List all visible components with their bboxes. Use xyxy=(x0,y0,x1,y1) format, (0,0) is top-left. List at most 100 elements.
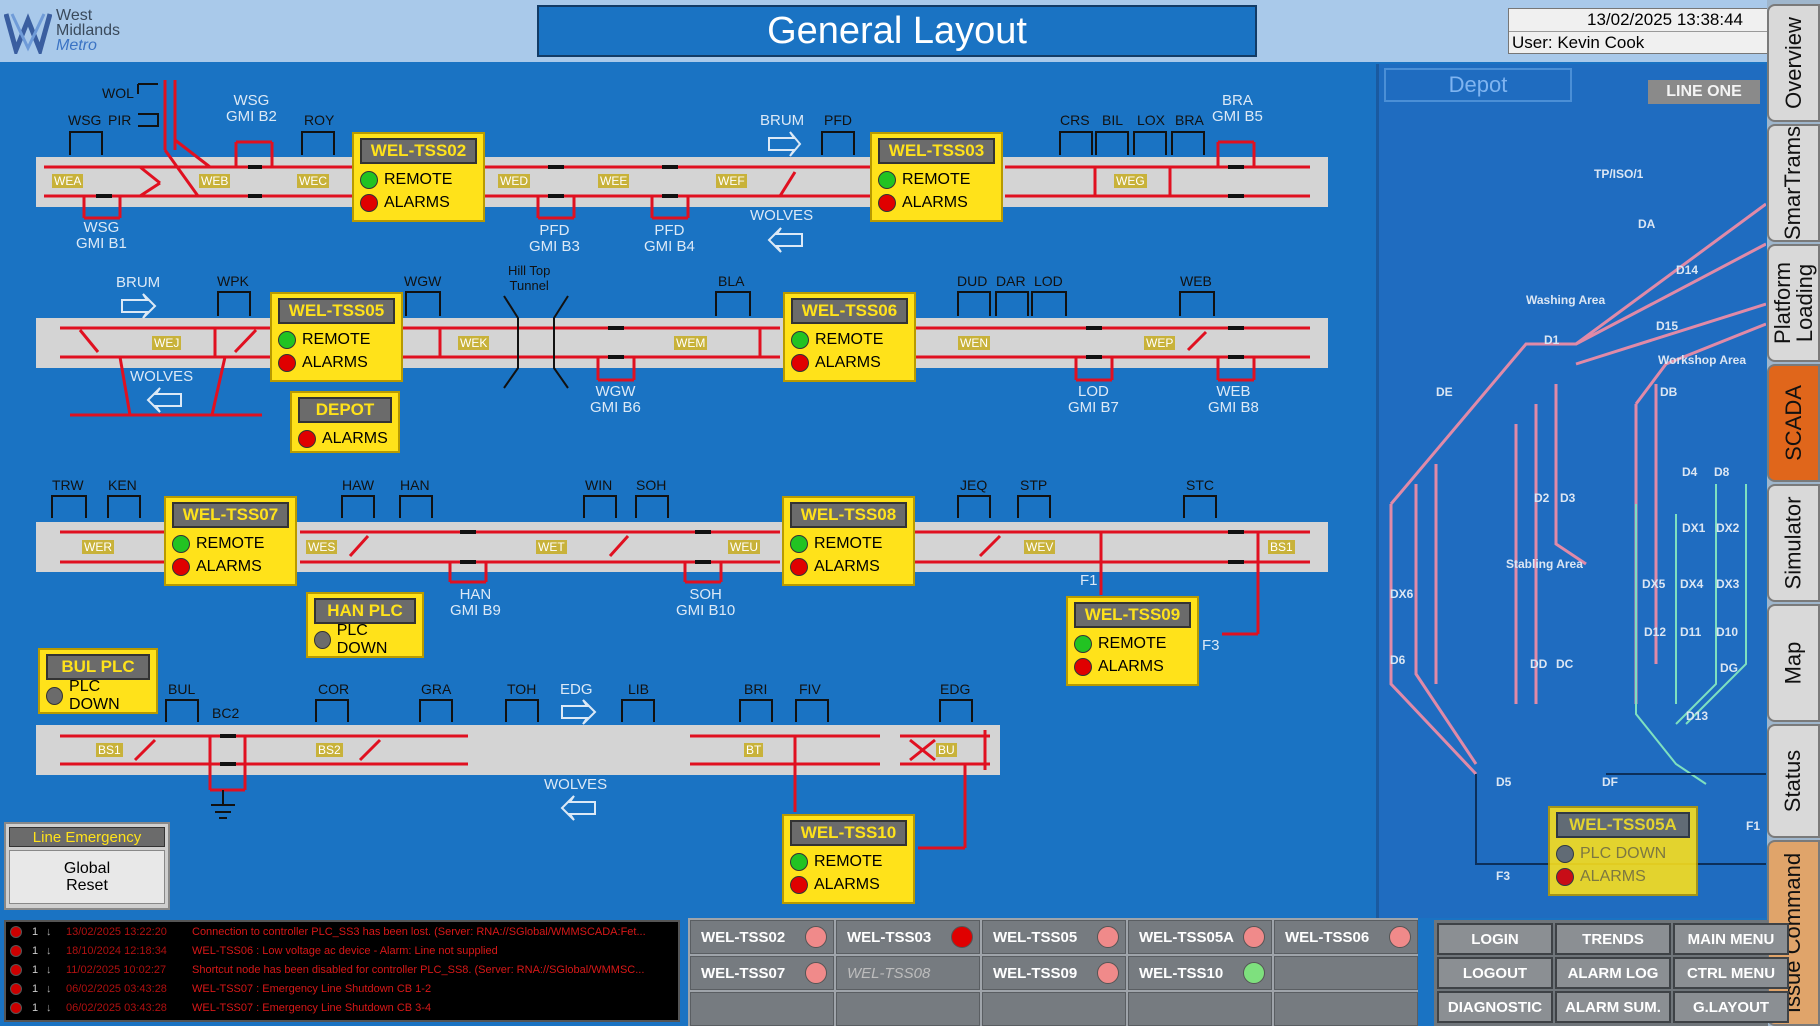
stop-label-pfd: PFD xyxy=(824,112,852,128)
track-tag-bu: BU xyxy=(936,743,957,757)
tab-status[interactable]: Status xyxy=(1767,724,1820,838)
plc-status-icon xyxy=(314,630,331,649)
alarm-status-icon xyxy=(298,429,316,448)
depot-title: Depot xyxy=(1384,68,1572,102)
alarm-dot-icon xyxy=(10,982,22,995)
tab-simulator[interactable]: Simulator xyxy=(1767,484,1820,602)
arrow-down-icon: ↓ xyxy=(46,944,52,957)
stop-label-haw: HAW xyxy=(342,477,375,493)
side-tab-bar: Overview SmarTrams Platform Loading SCAD… xyxy=(1767,0,1820,1026)
track-tag-wer: WER xyxy=(82,540,114,554)
tss05-panel[interactable]: WEL-TSS05 REMOTE ALARMS xyxy=(270,292,403,382)
status-tss10[interactable]: WEL-TSS10 xyxy=(1128,956,1272,990)
tss06-panel[interactable]: WEL-TSS06 REMOTE ALARMS xyxy=(783,292,916,382)
status-indicator-icon xyxy=(1097,962,1119,984)
gmi-b5-label: BRA GMI B5 xyxy=(1212,92,1263,125)
alarm-log-button[interactable]: ALARM LOG xyxy=(1555,957,1671,989)
alarm-log[interactable]: 1 ↓ 13/02/2025 13:22:20 Connection to contr… xyxy=(4,920,680,1022)
status-tss05a[interactable]: WEL-TSS05A xyxy=(1128,920,1272,954)
tss09-panel[interactable]: WEL-TSS09 REMOTE ALARMS xyxy=(1066,596,1199,686)
bul-plc-panel[interactable]: BUL PLC PLC DOWN xyxy=(38,648,158,714)
status-tss07[interactable]: WEL-TSS07 xyxy=(690,956,834,990)
stop-label-soh: SOH xyxy=(636,477,667,493)
stop-label-toh: TOH xyxy=(507,681,537,697)
svg-text:D15: D15 xyxy=(1656,319,1678,333)
status-indicator-icon xyxy=(805,926,827,948)
main-menu-button[interactable]: MAIN MENU xyxy=(1673,923,1789,955)
remote-status-icon xyxy=(878,170,896,189)
tab-smartrams[interactable]: SmarTrams xyxy=(1767,124,1820,242)
stop-label-dar: DAR xyxy=(996,273,1026,289)
status-tss09[interactable]: WEL-TSS09 xyxy=(982,956,1126,990)
track-tag-wea: WEA xyxy=(52,174,84,188)
arrow-down-icon: ↓ xyxy=(46,982,52,995)
track-tag-wej: WEJ xyxy=(152,336,182,350)
line-one-label: LINE ONE xyxy=(1648,80,1760,104)
tss05a-panel[interactable]: WEL-TSS05A PLC DOWN ALARMS xyxy=(1548,806,1698,896)
hill-top-tunnel-label: Hill Top Tunnel xyxy=(508,263,551,293)
gmi-b2-label: WSG GMI B2 xyxy=(226,92,277,125)
status-tss02[interactable]: WEL-TSS02 xyxy=(690,920,834,954)
depot-panel[interactable]: DEPOT ALARMS xyxy=(290,391,400,453)
track-tag-web: WEB xyxy=(199,174,231,188)
svg-text:DE: DE xyxy=(1436,385,1453,399)
status-indicator-icon xyxy=(1243,926,1265,948)
stop-label-crs: CRS xyxy=(1060,112,1090,128)
direction-label-wolves-2: WOLVES xyxy=(130,368,194,385)
svg-text:D2: D2 xyxy=(1534,491,1550,505)
status-tss06[interactable]: WEL-TSS06 xyxy=(1274,920,1418,954)
status-empty xyxy=(1128,992,1272,1026)
stop-label-dud: DUD xyxy=(957,273,988,289)
alarm-row[interactable]: 1 ↓ 06/02/2025 03:43:28 WEL-TSS07 : Emergen… xyxy=(6,979,678,998)
tss02-panel[interactable]: WEL-TSS02 REMOTE ALARMS xyxy=(352,132,485,222)
status-empty xyxy=(1274,956,1418,990)
gmi-b7-label: LOD GMI B7 xyxy=(1068,383,1119,416)
tss03-panel[interactable]: WEL-TSS03 REMOTE ALARMS xyxy=(870,132,1003,222)
tss08-panel[interactable]: WEL-TSS08 REMOTE ALARMS xyxy=(782,496,915,586)
svg-text:D13: D13 xyxy=(1686,709,1708,723)
status-tss08[interactable]: WEL-TSS08 xyxy=(836,956,980,990)
track-diagram xyxy=(44,80,1310,850)
tab-platform-loading[interactable]: Platform Loading xyxy=(1767,244,1820,362)
line-emergency-panel: Line Emergency Global Reset xyxy=(4,822,170,910)
status-tss05[interactable]: WEL-TSS05 xyxy=(982,920,1126,954)
status-empty xyxy=(1274,992,1418,1026)
current-user: User: Kevin Cook xyxy=(1512,33,1645,52)
alarm-summary-button[interactable]: ALARM SUM. xyxy=(1555,991,1671,1023)
alarm-status-icon xyxy=(172,557,190,576)
alarm-row[interactable]: 1 ↓ 06/02/2025 03:43:28 WEL-TSS07 : Emergen… xyxy=(6,998,678,1017)
substation-status-grid: WEL-TSS02 WEL-TSS03 WEL-TSS05 WEL-TSS05A… xyxy=(688,918,1418,1026)
svg-text:DX3: DX3 xyxy=(1716,577,1740,591)
track-tag-wed: WED xyxy=(498,174,530,188)
alarm-dot-icon xyxy=(10,1001,22,1014)
tss07-panel[interactable]: WEL-TSS07 REMOTE ALARMS xyxy=(164,496,297,586)
svg-text:DG: DG xyxy=(1720,661,1738,675)
junction-label-bc2: BC2 xyxy=(212,705,240,721)
han-plc-panel[interactable]: HAN PLC PLC DOWN xyxy=(306,592,424,658)
tss10-panel[interactable]: WEL-TSS10 REMOTE ALARMS xyxy=(782,814,915,904)
alarm-row[interactable]: 1 ↓ 11/02/2025 10:02:27 Shortcut node has b… xyxy=(6,960,678,979)
alarm-row[interactable]: 1 ↓ 18/10/2024 12:18:34 WEL-TSS06 : Low vol… xyxy=(6,941,678,960)
ctrl-menu-button[interactable]: CTRL MENU xyxy=(1673,957,1789,989)
svg-text:D11: D11 xyxy=(1680,625,1702,639)
status-tss03[interactable]: WEL-TSS03 xyxy=(836,920,980,954)
tab-scada[interactable]: SCADA xyxy=(1767,364,1820,482)
logout-button[interactable]: LOGOUT xyxy=(1437,957,1553,989)
diagnostic-button[interactable]: DIAGNOSTIC xyxy=(1437,991,1553,1023)
tab-map[interactable]: Map xyxy=(1767,604,1820,722)
gmi-b3-label: PFD GMI B3 xyxy=(529,222,580,255)
track-tag-weg: WEG xyxy=(1114,174,1147,188)
gmi-b10-label: SOH GMI B10 xyxy=(676,586,736,619)
svg-text:DA: DA xyxy=(1638,217,1656,231)
global-reset-button[interactable]: Global Reset xyxy=(9,850,165,904)
direction-label-wolves-1: WOLVES xyxy=(750,207,814,224)
tab-overview[interactable]: Overview xyxy=(1767,4,1820,122)
general-layout-button[interactable]: G.LAYOUT xyxy=(1673,991,1789,1023)
track-tag-wep: WEP xyxy=(1144,336,1176,350)
remote-status-icon xyxy=(790,852,808,871)
stop-label-bil: BIL xyxy=(1102,112,1124,128)
alarm-row[interactable]: 1 ↓ 13/02/2025 13:22:20 Connection to contr… xyxy=(6,922,678,941)
login-button[interactable]: LOGIN xyxy=(1437,923,1553,955)
trends-button[interactable]: TRENDS xyxy=(1555,923,1671,955)
svg-text:F3: F3 xyxy=(1496,869,1510,883)
